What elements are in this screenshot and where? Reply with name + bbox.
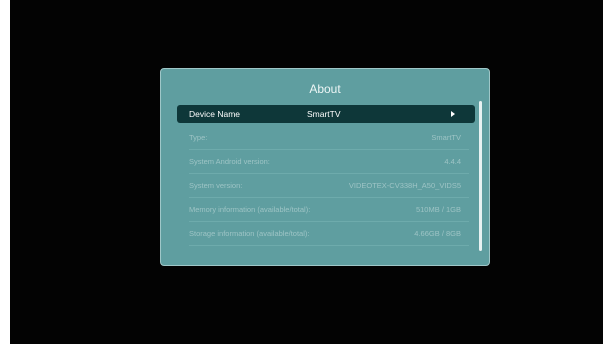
info-row-type: Type: SmartTV [177, 129, 475, 150]
info-row-value: 4.66GB / 8GB [414, 229, 461, 238]
device-name-row[interactable]: Device Name SmartTV [177, 105, 475, 123]
info-row-label: Type: [189, 133, 208, 142]
device-name-value: SmartTV [307, 109, 341, 119]
info-row-label: Memory information (available/total): [189, 205, 311, 214]
info-row-value: SmartTV [431, 133, 461, 142]
info-row-label: System version: [189, 181, 243, 190]
chevron-right-icon [451, 111, 455, 117]
info-row-label: System Android version: [189, 157, 270, 166]
info-row-storage: Storage information (available/total): 4… [177, 225, 475, 246]
info-row-android-version: System Android version: 4.4.4 [177, 153, 475, 174]
info-row-label: Storage information (available/total): [189, 229, 310, 238]
info-row-system-version: System version: VIDEOTEX-CV338H_A50_VIDS… [177, 177, 475, 198]
tv-screen: About Device Name SmartTV Type: SmartTV … [10, 0, 603, 344]
info-row-value: 4.4.4 [444, 157, 461, 166]
info-row-value: 510MB / 1GB [415, 205, 461, 214]
scrollbar[interactable] [479, 101, 482, 251]
dialog-title: About [309, 82, 341, 96]
device-name-label: Device Name [189, 109, 241, 119]
info-row-memory: Memory information (available/total): 51… [177, 201, 475, 222]
about-dialog: About Device Name SmartTV Type: SmartTV … [160, 68, 490, 266]
info-row-value: VIDEOTEX-CV338H_A50_VIDS5 [348, 181, 461, 190]
